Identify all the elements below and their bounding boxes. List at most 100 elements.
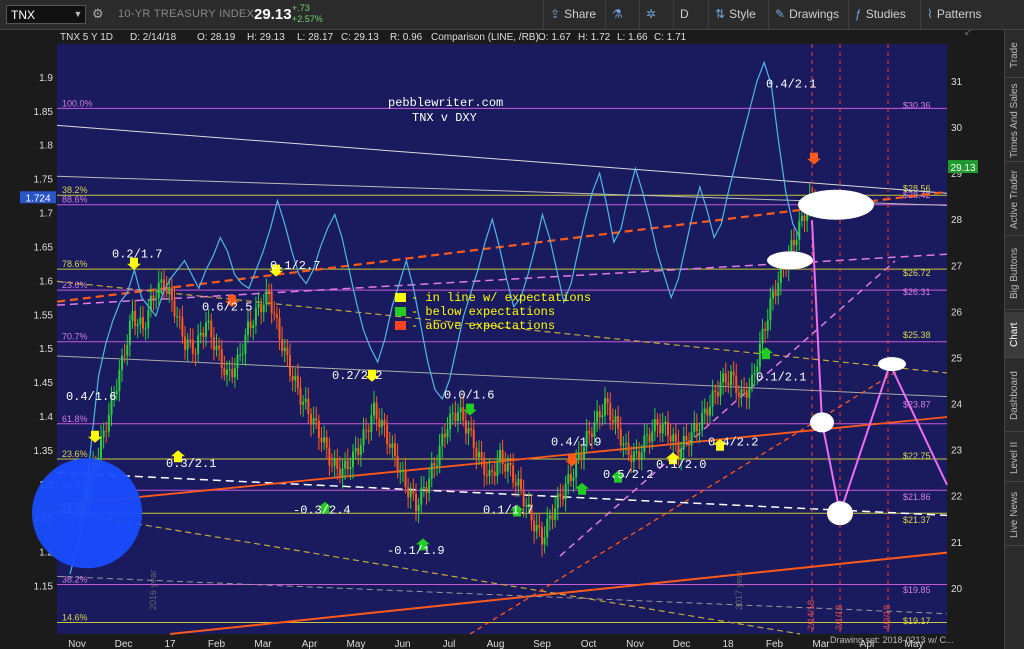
candle-body: [307, 398, 310, 414]
candle-body: [438, 445, 441, 466]
candle-body: [244, 335, 247, 354]
side-tab-dashboard[interactable]: Dashboard: [1005, 360, 1024, 432]
candle-body: [596, 410, 599, 423]
candle-body: [365, 429, 368, 431]
candle-body: [800, 215, 803, 222]
side-tab-live-news[interactable]: Live News: [1005, 484, 1024, 546]
candle-body: [546, 518, 549, 538]
candle-body: [205, 322, 207, 337]
candle-body: [693, 423, 696, 432]
candle-body: [541, 527, 543, 545]
candle-body: [485, 474, 488, 477]
patterns-button[interactable]: ⌇ Patterns: [920, 0, 988, 29]
candle-body: [478, 451, 480, 458]
chart-header-symbol: TNX 5 Y 1D: [60, 32, 113, 43]
left-axis-tick: 1.6: [39, 276, 53, 287]
chart-canvas[interactable]: 1.151.21.251.31.351.41.451.51.551.61.651…: [0, 30, 1004, 649]
candle-body: [577, 453, 580, 459]
expand-icon[interactable]: ⤢: [964, 30, 972, 36]
candle-body: [703, 408, 706, 413]
drawings-label: Drawings: [789, 7, 840, 21]
candle-body: [609, 403, 612, 421]
candle-body: [719, 382, 722, 397]
left-axis-tick: 1.55: [34, 310, 54, 321]
x-axis-tick: Oct: [581, 639, 597, 649]
x-axis-tick: Nov: [68, 639, 86, 649]
fib-level-label: 100.0%: [62, 98, 93, 108]
candle-body: [501, 449, 504, 465]
candle-body: [273, 313, 276, 315]
candle-body: [735, 375, 738, 393]
candle-body: [283, 347, 286, 352]
candle-body: [239, 354, 242, 356]
candle-body: [333, 458, 336, 466]
gear-icon[interactable]: ⚙: [92, 7, 106, 21]
side-tab-active-trader[interactable]: Active Trader: [1005, 164, 1024, 236]
fib-price-label: $26.72: [903, 268, 931, 278]
candle-body: [732, 371, 735, 376]
candle-body: [241, 353, 244, 355]
fib-price-label: $30.36: [903, 100, 931, 110]
style-button[interactable]: ⇅ Style: [708, 0, 762, 29]
earnings-label: 0.5/2.2: [603, 468, 653, 482]
comparison-close: C: 1.71: [654, 32, 687, 43]
share-button[interactable]: ⇪ Share: [543, 0, 602, 29]
settings-button[interactable]: ✲: [639, 0, 666, 29]
side-tab-level-ii[interactable]: Level II: [1005, 434, 1024, 482]
left-axis-tick: 1.35: [34, 446, 54, 457]
candle-body: [370, 415, 373, 432]
chart-header-date: D: 2/14/18: [130, 32, 177, 43]
candle-body: [795, 240, 798, 246]
x-axis-tick: Nov: [626, 639, 644, 649]
candle-body: [294, 375, 297, 381]
fib-price-label: $19.17: [903, 616, 931, 626]
candle-body: [472, 429, 475, 449]
candle-body: [199, 332, 202, 336]
side-tab-trade[interactable]: Trade: [1005, 34, 1024, 78]
candle-body: [682, 436, 685, 450]
candle-body: [317, 420, 320, 438]
candle-body: [373, 402, 375, 416]
aggregation-button[interactable]: D: [673, 0, 695, 29]
candle-body: [745, 390, 748, 398]
comparison-label: Comparison (LINE, /RB): [431, 32, 539, 43]
flask-icon: ⚗: [612, 7, 623, 21]
candle-body: [359, 444, 362, 455]
side-tab-chart[interactable]: Chart: [1005, 312, 1024, 358]
candle-body: [136, 324, 139, 327]
price-chart[interactable]: 1.151.21.251.31.351.41.451.51.551.61.651…: [0, 30, 1004, 649]
candle-body: [572, 477, 575, 481]
candle-body: [176, 316, 179, 318]
earnings-label: -0.1/1.9: [387, 544, 445, 558]
candle-body: [218, 345, 221, 350]
candle-body: [488, 470, 491, 477]
side-tab-big-buttons[interactable]: Big Buttons: [1005, 238, 1024, 310]
drawings-button[interactable]: ✎ Drawings: [768, 0, 845, 29]
studies-button[interactable]: ƒ Studies: [848, 0, 912, 29]
flask-button[interactable]: ⚗: [605, 0, 633, 29]
chevron-down-icon[interactable]: ▼: [72, 6, 84, 22]
target-ellipse: [878, 357, 906, 372]
candle-body: [627, 442, 630, 455]
price-change-abs: +.73: [292, 3, 310, 13]
chart-toolbar: TNX ▼ ⚙ 10-YR TREASURY INDEX 29.13 +.73 …: [0, 0, 1024, 30]
candle-body: [520, 479, 522, 490]
side-tab-times-and-sales[interactable]: Times And Sales: [1005, 80, 1024, 162]
right-axis-tick: 21: [951, 538, 963, 549]
drawing-set-label[interactable]: Drawing set: 2018-0213 w/ C...: [830, 635, 954, 645]
candle-body: [685, 436, 688, 441]
legend-swatch: [395, 293, 406, 302]
highlight-circle: [32, 458, 142, 569]
candle-body: [695, 423, 698, 432]
fib-level-label: 70.7%: [62, 332, 88, 342]
candle-body: [632, 451, 635, 462]
candle-body: [160, 279, 163, 283]
candle-body: [296, 375, 299, 388]
candle-body: [388, 444, 391, 448]
candle-body: [278, 317, 281, 339]
candle-body: [619, 428, 622, 446]
legend-label: - in line w/ expectations: [411, 291, 591, 305]
candle-body: [349, 467, 352, 470]
candle-body: [724, 373, 727, 383]
candle-body: [638, 451, 641, 459]
